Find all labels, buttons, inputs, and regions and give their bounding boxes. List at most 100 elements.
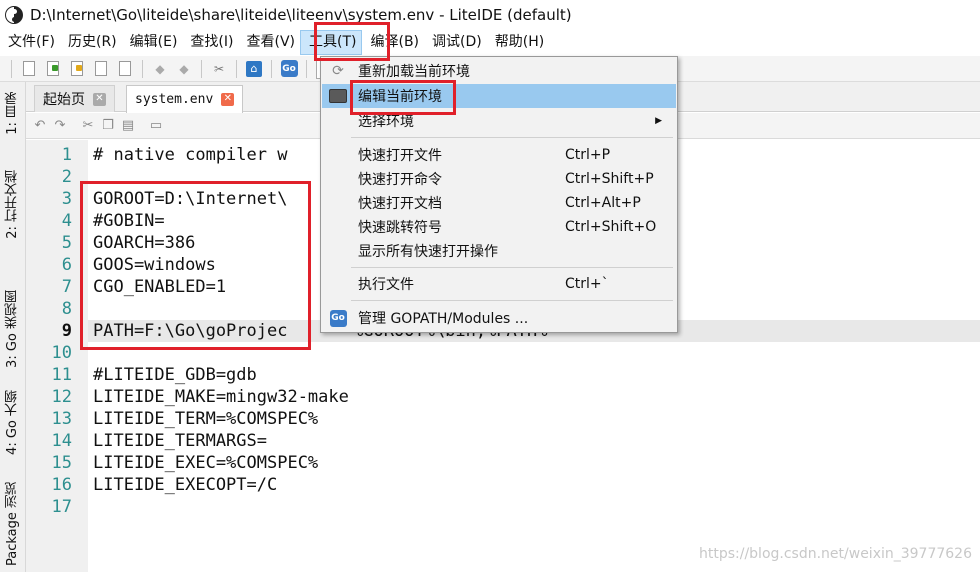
annotation-box-env-vars [80, 181, 311, 350]
line-number: 10 [51, 343, 72, 363]
line-number: 4 [61, 211, 72, 231]
menu-item-manage-gopath[interactable]: Go 管理 GOPATH/Modules ... [322, 306, 676, 330]
copy-icon[interactable]: ❐ [98, 118, 118, 133]
new-file-icon [23, 61, 35, 76]
liteide-window: D:\Internet\Go\liteide\share\liteide\lit… [0, 0, 980, 572]
save-button[interactable] [92, 60, 110, 78]
open-folder-icon [71, 61, 83, 76]
menu-bar: 文件(F) 历史(R) 编辑(E) 查找(I) 查看(V) 工具(T) 编译(B… [0, 30, 980, 55]
redo-icon[interactable]: ↷ [50, 118, 70, 133]
home-icon: ⌂ [246, 60, 262, 77]
open-folder-button[interactable] [68, 60, 86, 78]
save-all-icon [119, 61, 131, 76]
side-tab-directory[interactable]: 1: 目录 [3, 92, 23, 135]
menu-item-label: 显示所有快速打开操作 [358, 244, 498, 260]
go-badge: Go [329, 309, 347, 327]
title-bar: D:\Internet\Go\liteide\share\liteide\lit… [0, 0, 980, 30]
paste-icon[interactable]: ▤ [118, 118, 138, 133]
line-number: 15 [51, 453, 72, 473]
menu-item-shortcut: Ctrl+` [565, 276, 609, 292]
line-number: 6 [61, 255, 72, 275]
menu-item-shortcut: Ctrl+Shift+O [565, 219, 657, 235]
menu-item-label: 快速打开文件 [358, 148, 442, 164]
line-number: 9 [61, 321, 72, 341]
go-icon: Go [280, 60, 298, 77]
line-number: 13 [51, 409, 72, 429]
save-all-button[interactable] [116, 60, 134, 78]
window-title: D:\Internet\Go\liteide\share\liteide\lit… [30, 6, 572, 24]
menu-separator [351, 137, 673, 138]
code-line[interactable]: LITEIDE_TERMARGS= [93, 430, 267, 452]
menu-item-label: 快速跳转符号 [358, 220, 442, 236]
home-button[interactable]: ⌂ [245, 60, 263, 78]
menu-item-label: 快速打开文档 [358, 196, 442, 212]
cut-icon[interactable]: ✂ [78, 118, 98, 133]
menu-item-quick-open-doc[interactable]: 快速打开文档 Ctrl+Alt+P [322, 191, 676, 215]
new-file-button[interactable] [20, 60, 38, 78]
close-icon[interactable]: ✕ [221, 93, 235, 106]
line-number: 12 [51, 387, 72, 407]
tab-welcome[interactable]: 起始页 ✕ [34, 85, 115, 112]
code-line[interactable]: LITEIDE_EXECOPT=/C [93, 474, 277, 496]
code-line[interactable]: LITEIDE_MAKE=mingw32-make [93, 386, 349, 408]
toolbar-separator [306, 59, 307, 78]
menu-edit[interactable]: 编辑(E) [122, 30, 183, 55]
menu-item-quick-open-file[interactable]: 快速打开文件 Ctrl+P [322, 143, 676, 167]
back-button[interactable]: ◆ [151, 60, 169, 78]
toolbar-separator [236, 59, 237, 78]
tab-system-env[interactable]: system.env ✕ [126, 85, 244, 113]
line-number: 3 [61, 189, 72, 209]
menu-item-label: 重新加载当前环境 [358, 64, 470, 80]
save-icon [95, 61, 107, 76]
edit-env-icon [328, 87, 348, 105]
back-arrow-icon: ◆ [155, 61, 165, 76]
reload-icon: ⟳ [332, 63, 344, 79]
tools-button[interactable]: ✂ [210, 60, 228, 78]
menu-separator [351, 300, 673, 301]
menu-file[interactable]: 文件(F) [0, 30, 60, 55]
undo-icon[interactable]: ↶ [30, 118, 50, 133]
submenu-arrow-icon: ▶ [655, 116, 662, 126]
code-line[interactable]: # native compiler w [93, 144, 287, 166]
menu-item-show-quick-open[interactable]: 显示所有快速打开操作 [322, 239, 676, 263]
line-number: 16 [51, 475, 72, 495]
code-line[interactable]: LITEIDE_TERM=%COMSPEC% [93, 408, 318, 430]
line-number: 2 [61, 167, 72, 187]
menu-item-run-file[interactable]: 执行文件 Ctrl+` [322, 272, 676, 296]
menu-separator [351, 267, 673, 268]
line-number: 17 [51, 497, 72, 517]
forward-button[interactable]: ◆ [175, 60, 193, 78]
menu-item-shortcut: Ctrl+P [565, 147, 611, 163]
toolbar-separator [142, 59, 143, 78]
line-number: 1 [61, 145, 72, 165]
menu-debug[interactable]: 调试(D) [424, 30, 487, 55]
go-button[interactable]: Go [280, 60, 298, 78]
menu-item-shortcut: Ctrl+Alt+P [565, 195, 641, 211]
toolbar-separator [271, 59, 272, 78]
toolbar-separator [201, 59, 202, 78]
tab-label: 起始页 [43, 92, 85, 108]
line-number: 11 [51, 365, 72, 385]
watermark: https://blog.csdn.net/weixin_39777626 [698, 546, 972, 562]
menu-view[interactable]: 查看(V) [238, 30, 300, 55]
go-icon: Go [328, 309, 348, 327]
menu-item-shortcut: Ctrl+Shift+P [565, 171, 654, 187]
line-number: 7 [61, 277, 72, 297]
lock-icon[interactable]: ▭ [146, 118, 166, 133]
close-icon[interactable]: ✕ [93, 92, 106, 106]
menu-item-quick-goto-symbol[interactable]: 快速跳转符号 Ctrl+Shift+O [322, 215, 676, 239]
line-number: 14 [51, 431, 72, 451]
code-line[interactable]: LITEIDE_EXEC=%COMSPEC% [93, 452, 318, 474]
open-file-button[interactable] [44, 60, 62, 78]
menu-history[interactable]: 历史(R) [60, 30, 122, 55]
open-file-icon [47, 61, 59, 76]
menu-item-quick-open-command[interactable]: 快速打开命令 Ctrl+Shift+P [322, 167, 676, 191]
menu-item-label: 快速打开命令 [358, 172, 442, 188]
menu-help[interactable]: 帮助(H) [487, 30, 549, 55]
forward-arrow-icon: ◆ [179, 61, 189, 76]
menu-find[interactable]: 查找(I) [182, 30, 238, 55]
wrench-icon: ✂ [213, 61, 225, 76]
toolbar-separator [11, 59, 12, 78]
annotation-box-tools-menu [314, 22, 390, 61]
code-line[interactable]: #LITEIDE_GDB=gdb [93, 364, 257, 386]
